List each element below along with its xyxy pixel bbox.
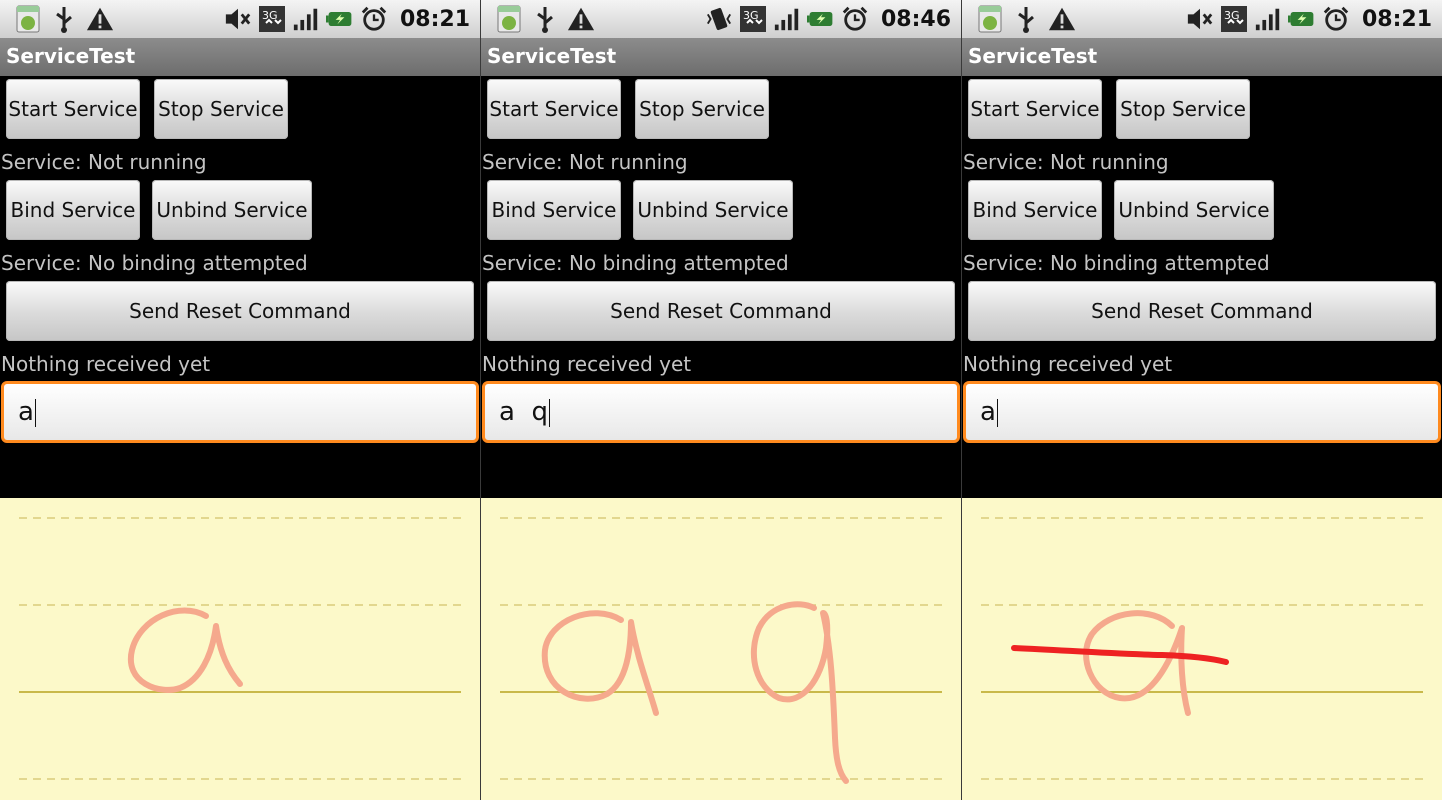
service-status-label: Service: Not running <box>482 150 688 174</box>
ink-stroke-a <box>541 610 659 716</box>
text-cursor <box>996 398 998 427</box>
unbind-service-button[interactable]: Unbind Service <box>1114 180 1274 240</box>
vibrate-icon <box>705 5 733 33</box>
phone-screen-1: 3G 08:21 ServiceTest Start Service Stop … <box>0 0 480 800</box>
handwriting-pad[interactable] <box>962 498 1442 800</box>
service-status-label: Service: Not running <box>963 150 1169 174</box>
usb-icon <box>531 5 559 33</box>
bind-service-button[interactable]: Bind Service <box>6 180 140 240</box>
received-label: Nothing received yet <box>1 352 211 376</box>
handwriting-canvas[interactable] <box>481 498 961 800</box>
start-service-button[interactable]: Start Service <box>487 79 621 139</box>
received-label: Nothing received yet <box>482 352 692 376</box>
status-bar: 3G 08:21 <box>0 0 480 38</box>
android-notification-icon <box>495 5 523 33</box>
usb-icon <box>50 5 78 33</box>
text-input-value: a q <box>499 397 548 427</box>
app-title: ServiceTest <box>487 44 617 68</box>
stop-service-button[interactable]: Stop Service <box>154 79 288 139</box>
clock-time: 08:21 <box>399 6 470 32</box>
alarm-clock-icon <box>1322 5 1350 33</box>
text-cursor <box>34 398 36 427</box>
stop-service-button[interactable]: Stop Service <box>635 79 769 139</box>
app-title-bar: ServiceTest <box>481 38 961 76</box>
status-bar: 3G 08:46 <box>481 0 961 38</box>
text-cursor <box>548 398 550 427</box>
received-label: Nothing received yet <box>963 352 1173 376</box>
alarm-clock-icon <box>360 5 388 33</box>
usb-icon <box>1012 5 1040 33</box>
binding-status-label: Service: No binding attempted <box>1 251 308 275</box>
start-service-button[interactable]: Start Service <box>968 79 1102 139</box>
ink-stroke-a <box>127 607 243 693</box>
bind-service-button[interactable]: Bind Service <box>487 180 621 240</box>
stop-service-button[interactable]: Stop Service <box>1116 79 1250 139</box>
handwriting-pad[interactable] <box>481 498 961 800</box>
ink-stroke-q <box>750 601 849 784</box>
status-bar: 3G 08:21 <box>962 0 1442 38</box>
warning-icon <box>567 5 595 33</box>
mute-icon <box>224 5 252 33</box>
text-input-value: a <box>980 397 996 427</box>
send-reset-command-button[interactable]: Send Reset Command <box>968 281 1436 341</box>
mute-icon <box>1186 5 1214 33</box>
service-status-label: Service: Not running <box>1 150 207 174</box>
battery-charging-icon <box>806 5 835 33</box>
bind-service-button[interactable]: Bind Service <box>968 180 1102 240</box>
alarm-clock-icon <box>841 5 869 33</box>
text-input-value: a <box>18 397 34 427</box>
start-service-button[interactable]: Start Service <box>6 79 140 139</box>
phone-screen-2: 3G 08:46 ServiceTest Start Service Stop … <box>481 0 961 800</box>
app-title-bar: ServiceTest <box>0 38 480 76</box>
binding-status-label: Service: No binding attempted <box>482 251 789 275</box>
handwriting-pad[interactable] <box>0 498 480 800</box>
signal-bars-icon <box>773 5 801 33</box>
binding-status-label: Service: No binding attempted <box>963 251 1270 275</box>
signal-3g-icon: 3G <box>258 5 286 33</box>
text-input-field[interactable]: a q <box>482 381 960 443</box>
send-reset-command-button[interactable]: Send Reset Command <box>487 281 955 341</box>
app-title: ServiceTest <box>6 44 136 68</box>
text-input-field[interactable]: a <box>963 381 1441 443</box>
signal-3g-icon: 3G <box>1220 5 1248 33</box>
signal-bars-icon <box>292 5 320 33</box>
battery-charging-icon <box>325 5 354 33</box>
battery-charging-icon <box>1287 5 1316 33</box>
send-reset-command-button[interactable]: Send Reset Command <box>6 281 474 341</box>
unbind-service-button[interactable]: Unbind Service <box>152 180 312 240</box>
app-title: ServiceTest <box>968 44 1098 68</box>
text-input-field[interactable]: a <box>1 381 479 443</box>
app-title-bar: ServiceTest <box>962 38 1442 76</box>
android-notification-icon <box>14 5 42 33</box>
handwriting-canvas[interactable] <box>0 498 480 800</box>
handwriting-canvas[interactable] <box>962 498 1442 800</box>
signal-bars-icon <box>1254 5 1282 33</box>
unbind-service-button[interactable]: Unbind Service <box>633 180 793 240</box>
phone-screen-3: 3G 08:21 ServiceTest Start Service Stop … <box>962 0 1442 800</box>
android-notification-icon <box>976 5 1004 33</box>
warning-icon <box>86 5 114 33</box>
signal-3g-icon: 3G <box>739 5 767 33</box>
ink-stroke-a <box>1083 610 1191 716</box>
clock-time: 08:21 <box>1361 6 1432 32</box>
ink-strike-stroke <box>1011 645 1229 665</box>
warning-icon <box>1048 5 1076 33</box>
clock-time: 08:46 <box>880 6 951 32</box>
